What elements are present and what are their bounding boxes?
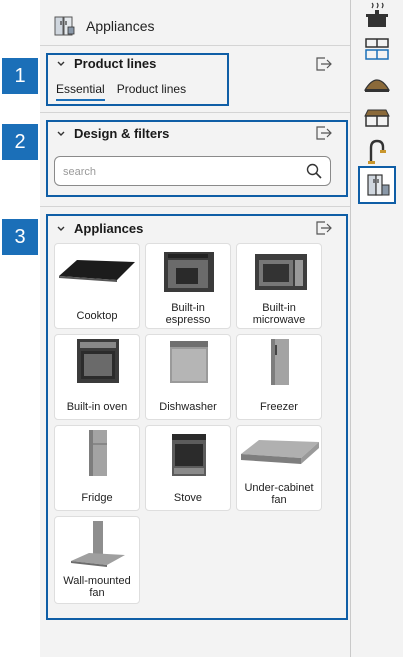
stove-image [172,434,206,476]
table-icon [364,109,390,127]
tile-label: Freezer [260,401,298,413]
rail-faucet[interactable] [360,134,394,168]
appliance-tile-cooktop[interactable]: Cooktop [54,243,140,329]
callout-badge-1: 1 [2,58,38,94]
section-title: Design & filters [74,126,170,141]
appliances-header[interactable]: Appliances [56,221,143,236]
tile-label: Built-in espresso [165,302,211,326]
tab-product-lines[interactable]: Product lines [117,82,186,101]
faucet-icon [368,139,386,164]
callout-badge-3: 3 [2,219,38,255]
callout-badge-2: 2 [2,124,38,160]
espresso-image [164,252,214,292]
tile-label: Under-cabinet fan [244,482,314,506]
appliance-tile-wall-mounted-fan[interactable]: Wall-mounted fan [54,516,140,604]
export-icon[interactable] [316,57,332,71]
rail-cabinets[interactable] [360,32,394,66]
search-input[interactable]: search [54,156,331,186]
appliance-tile-stove[interactable]: Stove [145,425,231,511]
tile-label: Dishwasher [159,401,217,413]
dishwasher-image [170,341,208,383]
rail-table[interactable] [360,100,394,134]
chevron-down-icon [57,61,65,66]
product-lines-header[interactable]: Product lines [56,56,156,71]
under-cabinet-fan-image [241,440,319,464]
page-title: Appliances [86,18,155,34]
divider [40,45,350,46]
section-title: Appliances [74,221,144,236]
tile-label: Built-in microwave [252,302,306,326]
cabinets-icon [365,38,389,60]
divider [40,206,350,207]
appliance-tile-built-in-oven[interactable]: Built-in oven [54,334,140,420]
cooking-pot-icon [366,2,388,27]
tile-label: Wall-mounted fan [63,575,131,599]
rail-countertop[interactable] [360,66,394,100]
chevron-down-icon [57,226,65,231]
cooktop-image [59,260,135,282]
search-icon[interactable] [306,163,322,179]
tab-essential[interactable]: Essential [56,82,105,101]
tile-label: Stove [173,492,203,504]
export-icon[interactable] [316,221,332,235]
panel-header: Appliances [54,12,155,40]
rail-cooking-pot[interactable] [360,0,394,34]
appliance-tile-freezer[interactable]: Freezer [236,334,322,420]
freezer-image [271,339,289,385]
rail-appliances[interactable] [358,166,396,204]
chevron-down-icon [57,131,65,136]
appliance-tile-built-in-microwave[interactable]: Built-in microwave [236,243,322,329]
fridge-image [89,430,107,476]
section-title: Product lines [74,56,157,71]
appliance-tile-fridge[interactable]: Fridge [54,425,140,511]
appliance-tile-built-in-espresso[interactable]: Built-in espresso [145,243,231,329]
countertop-icon [363,79,391,92]
wall-mounted-fan-image [71,521,125,567]
appliances-header-icon [54,16,75,36]
design-filters-header[interactable]: Design & filters [56,126,169,141]
oven-image [77,339,119,383]
search-placeholder: search [63,166,97,178]
appliance-tile-under-cabinet-fan[interactable]: Under-cabinet fan [236,425,322,511]
tile-label: Built-in oven [66,401,128,413]
appliance-tile-dishwasher[interactable]: Dishwasher [145,334,231,420]
divider [40,112,350,113]
microwave-image [255,254,307,290]
appliances-icon [367,174,390,196]
tile-label: Cooktop [76,310,118,322]
product-line-tabs: Essential Product lines [56,82,198,101]
export-icon[interactable] [316,126,332,140]
tile-label: Fridge [81,492,113,504]
